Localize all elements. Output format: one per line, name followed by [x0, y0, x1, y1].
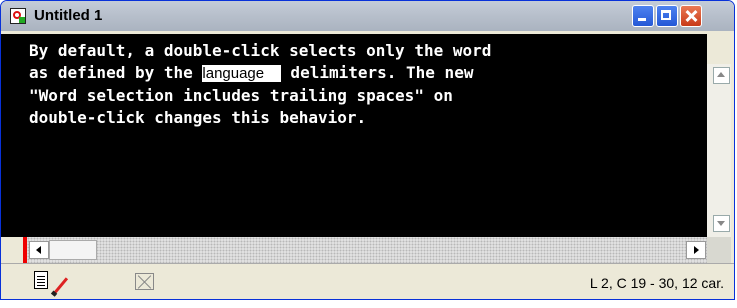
text-line-2-after: delimiters. The new: [280, 63, 474, 82]
minimize-button[interactable]: [632, 5, 654, 27]
document-icon[interactable]: [34, 271, 48, 289]
scroll-down-button[interactable]: [713, 215, 730, 232]
arrow-right-icon: [694, 246, 699, 254]
disabled-x-icon[interactable]: [135, 273, 154, 290]
arrow-up-icon: [717, 72, 725, 77]
arrow-down-icon: [717, 221, 725, 226]
text-line-3: "Word selection includes trailing spaces…: [29, 86, 453, 105]
horizontal-scrollbar[interactable]: [27, 237, 707, 263]
selected-word[interactable]: language: [202, 65, 281, 82]
arrow-left-icon: [36, 246, 41, 254]
scroll-left-button[interactable]: [29, 241, 49, 259]
title-bar[interactable]: Untitled 1: [1, 1, 734, 31]
scroll-up-button[interactable]: [713, 67, 730, 84]
window-title: Untitled 1: [34, 7, 103, 24]
text-line-2-before: as defined by the: [29, 63, 203, 82]
text-line-1: By default, a double-click selects only …: [29, 41, 492, 60]
maximize-button[interactable]: [656, 5, 678, 27]
left-gutter: [1, 34, 23, 237]
editor-window: Untitled 1 By default, a double-click se…: [0, 0, 735, 300]
cursor-position-status: L 2, C 19 - 30, 12 car.: [589, 275, 724, 291]
close-button[interactable]: [680, 5, 702, 27]
horizontal-scroll-thumb[interactable]: [49, 240, 97, 260]
scroll-right-button[interactable]: [686, 241, 706, 259]
vertical-scrollbar[interactable]: [707, 64, 731, 263]
document-window-icon[interactable]: [10, 8, 26, 24]
text-editor[interactable]: By default, a double-click selects only …: [23, 34, 707, 237]
editor-content[interactable]: By default, a double-click selects only …: [29, 40, 491, 129]
scroll-corner: [707, 237, 731, 263]
text-line-4: double-click changes this behavior.: [29, 108, 367, 127]
